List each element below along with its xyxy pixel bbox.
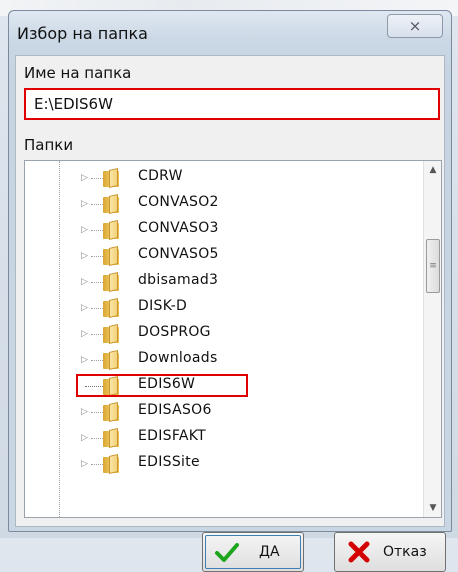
vertical-scrollbar[interactable]: ▲ ≡ ▼: [423, 161, 441, 517]
x-icon: [348, 541, 370, 563]
chevron-right-icon[interactable]: ▷: [81, 276, 91, 288]
folder-tree-item[interactable]: ▷ EDISASO6: [25, 399, 423, 425]
folder-tree-item-label: EDISFAKT: [138, 428, 207, 444]
folder-tree-item-label: Downloads: [138, 350, 218, 366]
folder-icon: [103, 454, 121, 474]
folder-tree[interactable]: ▷ CDRW ▷ CONVASO2 ▷ CONVASO3 ▷ CONVASO5 ▷ dbisama…: [24, 160, 442, 518]
folder-tree-item-label: EDISSite: [138, 454, 200, 470]
folder-name-input[interactable]: E:\EDIS6W: [24, 88, 440, 120]
tree-connector: [91, 360, 103, 361]
ok-button-label: ДА: [259, 544, 280, 560]
folder-tree-item-label: EDISASO6: [138, 402, 212, 418]
tree-connector: [91, 282, 103, 283]
tree-connector: [91, 204, 103, 205]
folder-tree-item[interactable]: ▷ CDRW: [25, 165, 423, 191]
folder-tree-item[interactable]: ▷ EDISFAKT: [25, 425, 423, 451]
tree-connector: [91, 178, 103, 179]
folder-name-value: E:\EDIS6W: [34, 95, 113, 113]
folder-tree-item-label: CDRW: [138, 168, 183, 184]
folder-icon: [103, 194, 121, 214]
tree-connector: [91, 230, 103, 231]
folder-icon: [103, 350, 121, 370]
tree-connector: [91, 308, 103, 309]
folder-tree-item-label: DISK-D: [138, 298, 188, 314]
chevron-right-icon[interactable]: ▷: [81, 224, 91, 236]
folder-tree-item-label: dbisamad3: [138, 272, 219, 288]
folder-tree-item[interactable]: ▷ EDISSite: [25, 451, 423, 477]
chevron-right-icon[interactable]: ▷: [81, 432, 91, 444]
folder-tree-item[interactable]: ▷ dbisamad3: [25, 269, 423, 295]
folder-tree-item[interactable]: ▷ CONVASO3: [25, 217, 423, 243]
folder-icon: [103, 168, 121, 188]
chevron-right-icon[interactable]: ▷: [81, 406, 91, 418]
folder-tree-item-label: CONVASO5: [138, 246, 219, 262]
scroll-down-arrow-icon[interactable]: ▼: [424, 499, 441, 517]
tree-connector: [91, 412, 103, 413]
chevron-right-icon[interactable]: ▷: [81, 250, 91, 262]
cancel-button[interactable]: Отказ: [334, 532, 446, 572]
chevron-right-icon[interactable]: ▷: [81, 302, 91, 314]
folder-tree-item[interactable]: ▷ Downloads: [25, 347, 423, 373]
folder-icon: [103, 428, 121, 448]
folder-name-label: Име на папка: [24, 64, 132, 82]
dialog-title: Избор на папка: [17, 24, 148, 43]
folder-icon: [103, 272, 121, 292]
tree-connector: [91, 256, 103, 257]
checkmark-icon: [215, 543, 239, 562]
folder-tree-item-label: CONVASO2: [138, 194, 219, 210]
close-icon: ⨯: [408, 17, 422, 35]
folder-tree-item[interactable]: ▷ DISK-D: [25, 295, 423, 321]
chevron-right-icon[interactable]: ▷: [81, 328, 91, 340]
folder-tree-item-label: DOSPROG: [138, 324, 211, 340]
scroll-up-arrow-icon[interactable]: ▲: [424, 161, 441, 179]
chevron-right-icon[interactable]: ▷: [81, 458, 91, 470]
folder-tree-item[interactable]: ▷ DOSPROG: [25, 321, 423, 347]
selection-highlight: [76, 374, 248, 397]
tree-connector: [91, 464, 103, 465]
chevron-right-icon[interactable]: ▷: [81, 198, 91, 210]
scrollbar-thumb[interactable]: ≡: [426, 239, 440, 293]
folder-icon: [103, 246, 121, 266]
folder-icon: [103, 220, 121, 240]
folder-tree-item[interactable]: ▷ CONVASO5: [25, 243, 423, 269]
ok-button[interactable]: ДА: [202, 532, 304, 572]
tree-connector: [91, 334, 103, 335]
dialog-body: Име на папка E:\EDIS6W Папки ▷ CDRW ▷ CONVA…: [15, 55, 446, 572]
folder-tree-item[interactable]: ▷ CONVASO2: [25, 191, 423, 217]
folder-picker-dialog: Избор на папка ⨯ Име на папка E:\EDIS6W …: [8, 10, 452, 572]
close-button[interactable]: ⨯: [387, 14, 443, 38]
cancel-button-label: Отказ: [383, 544, 427, 560]
folders-label: Папки: [24, 136, 74, 154]
chevron-right-icon[interactable]: ▷: [81, 172, 91, 184]
tree-connector: [91, 438, 103, 439]
folder-tree-item-label: CONVASO3: [138, 220, 219, 236]
folder-icon: [103, 402, 121, 422]
folder-icon: [103, 298, 121, 318]
chevron-right-icon[interactable]: ▷: [81, 354, 91, 366]
folder-tree-list: ▷ CDRW ▷ CONVASO2 ▷ CONVASO3 ▷ CONVASO5 ▷ dbisama…: [25, 161, 423, 517]
folder-icon: [103, 324, 121, 344]
folder-tree-item-selected[interactable]: EDIS6W: [25, 373, 423, 399]
